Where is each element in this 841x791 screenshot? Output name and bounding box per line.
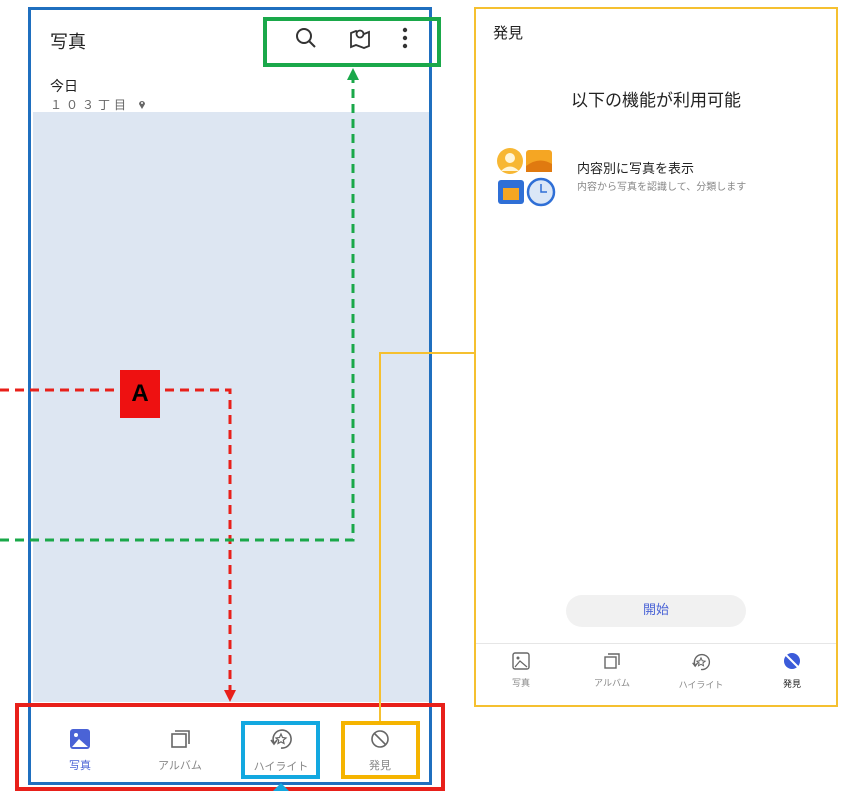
nav-label: ハイライト (678, 681, 724, 691)
album-icon (603, 653, 621, 673)
highlight-icon (691, 653, 711, 675)
photo-icon (512, 652, 530, 673)
nav-label: アルバム (594, 679, 630, 689)
annotation-label-a: A (120, 370, 160, 418)
feature-categories-icon (495, 146, 557, 212)
red-connector-line (0, 388, 232, 695)
right-nav-tab-albums[interactable]: アルバム (590, 652, 634, 689)
right-nav-tab-photos[interactable]: 写真 (503, 652, 539, 689)
right-nav-tab-discover[interactable]: 発見 (774, 651, 810, 690)
discover-icon (782, 653, 802, 674)
discover-page-title: 発見 (493, 24, 524, 42)
feature-heading: 以下の機能が利用可能 (571, 91, 741, 111)
start-button[interactable]: 開始 (566, 595, 746, 627)
nav-divider (476, 643, 836, 644)
nav-label: 写真 (511, 679, 530, 689)
blue-arrowhead (273, 783, 289, 791)
nav-label: 発見 (782, 680, 801, 690)
green-arrowhead (347, 68, 359, 80)
green-connector-line (0, 78, 355, 542)
red-arrowhead (224, 690, 236, 702)
right-nav-tab-highlights[interactable]: ハイライト (673, 652, 729, 691)
yellow-connector-line (379, 352, 476, 721)
feature-description: 内容から写真を認識して、分類します (577, 182, 747, 193)
feature-title: 内容別に写真を表示 (577, 162, 695, 177)
